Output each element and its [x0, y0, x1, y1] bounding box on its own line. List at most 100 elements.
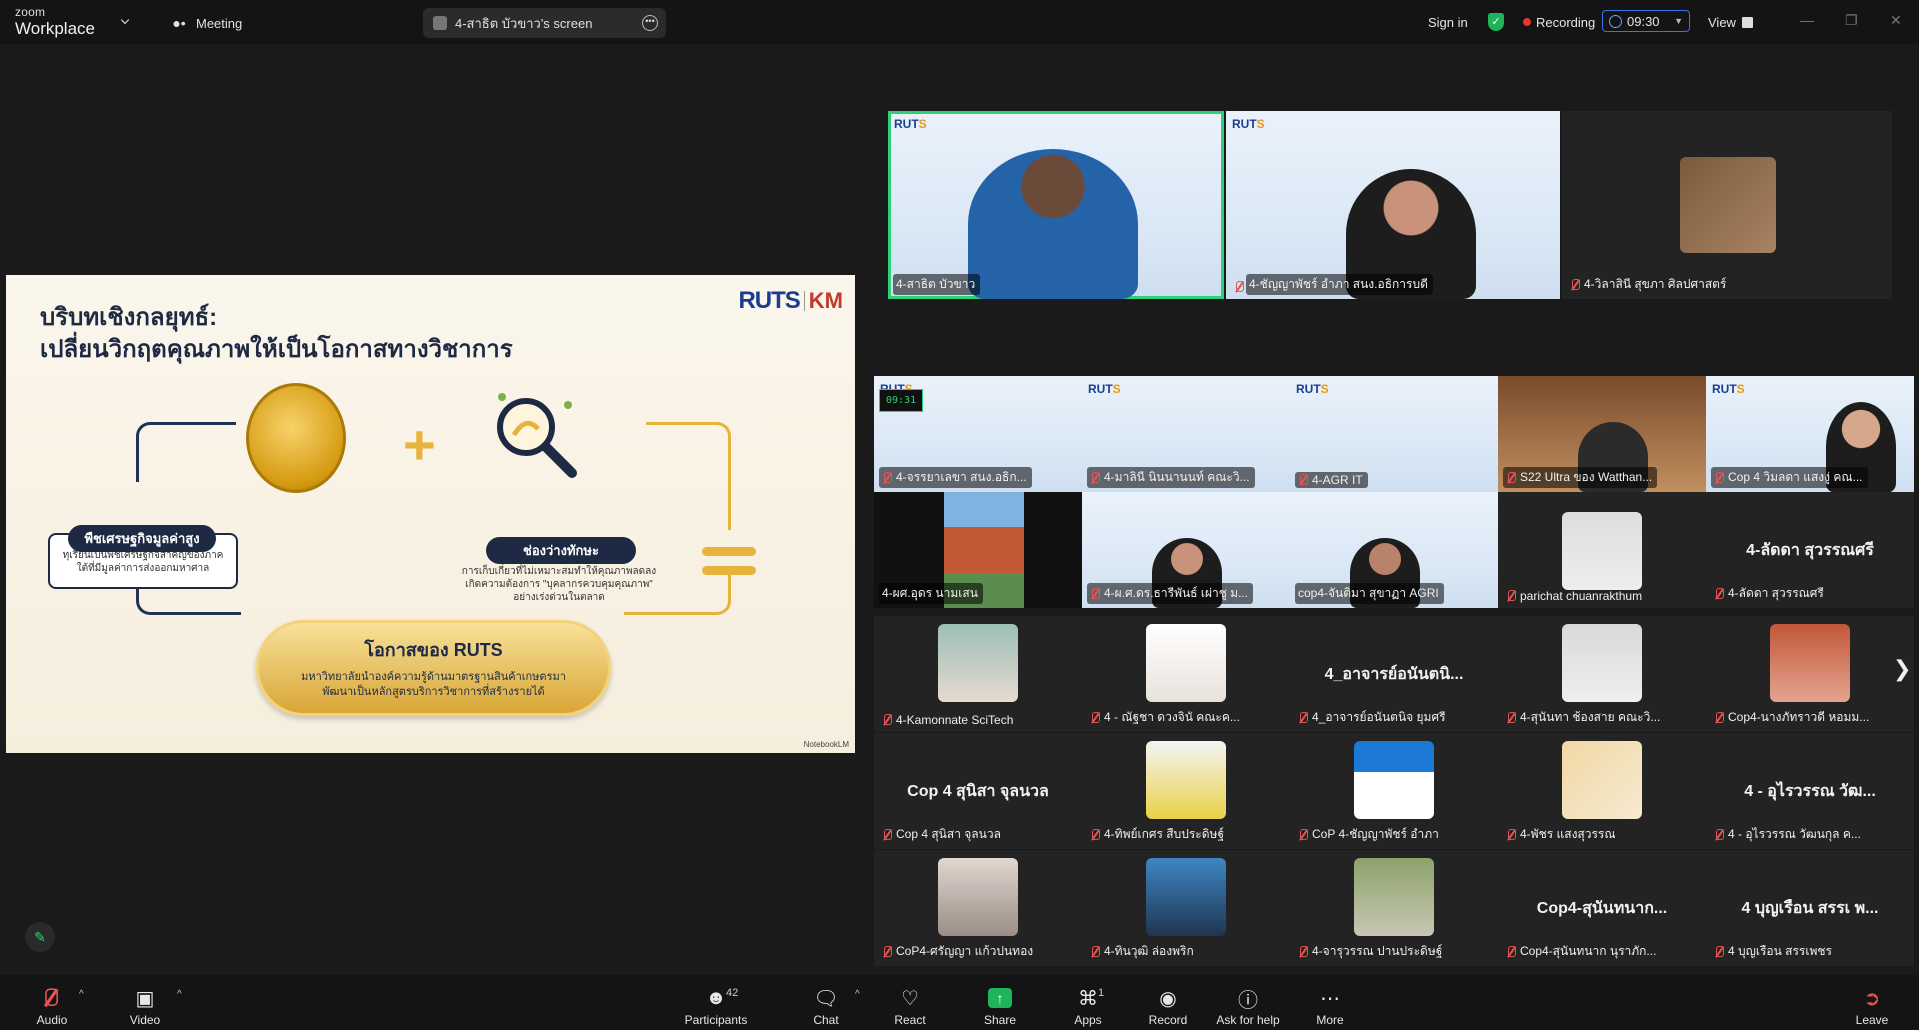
leave-button[interactable]: ➲ Leave: [1832, 979, 1912, 1028]
participant-tile[interactable]: CoP 4-ชัญญาพัชร์ อำภา: [1290, 733, 1498, 849]
participant-tile[interactable]: 4 บุญเรือน สรรเ พ... 4 บุญเรือน สรรเพชร: [1706, 850, 1914, 966]
participant-display-name: 4 - อุไรวรรณ วัฒ...: [1744, 783, 1876, 801]
participant-name: 4-ลัดดา สุวรรณศรี: [1711, 583, 1829, 604]
participant-tile[interactable]: 4-จารุวรรณ ปานประดิษฐ์: [1290, 850, 1498, 966]
participant-tile[interactable]: S22 Ultra ของ Watthan...: [1498, 376, 1706, 492]
participant-tile[interactable]: 4 - อุไรวรรณ วัฒ... 4 - อุไรวรรณ วัฒนกุล…: [1706, 733, 1914, 849]
participant-tile[interactable]: RUTS 4-สาธิต บัวขาว: [888, 111, 1224, 299]
participant-photo: [1354, 741, 1434, 819]
participant-tile[interactable]: RUTS 4-ชัญญาพัชร์ อำภา สนง.อธิการบดี: [1226, 111, 1560, 299]
participant-tile[interactable]: CoP4-ศรัญญา แก้วปนทอง: [874, 850, 1082, 966]
record-button[interactable]: ◉ Record: [1128, 979, 1208, 1028]
skill-gap-badge: ช่องว่างทักษะ: [486, 537, 636, 564]
participant-tile[interactable]: 4-ผศ.อุดร นามเสน: [874, 492, 1082, 608]
participant-tile[interactable]: cop4-จันติมา สุขาฏา AGRI: [1290, 492, 1498, 608]
app-logo[interactable]: zoom Workplace: [15, 6, 95, 37]
audio-button[interactable]: Audio: [12, 979, 92, 1027]
close-icon[interactable]: ✕: [1890, 12, 1902, 29]
tab-meeting[interactable]: ●• Meeting: [170, 8, 242, 38]
participant-name: 4-ชัญญาพัชร์ อำภา สนง.อธิการบดี: [1246, 274, 1433, 295]
participant-tile[interactable]: RUTS 09:31 4-จรรยาเลขา สนง.อธิก...: [874, 376, 1082, 492]
audio-options-caret-icon[interactable]: ^: [79, 989, 84, 1000]
chat-options-caret-icon[interactable]: ^: [855, 989, 860, 1000]
participant-photo: [1562, 741, 1642, 819]
ruts-logo: RUTS: [1088, 382, 1121, 396]
participant-tile[interactable]: 4 - ณัฐชา ดวงจินั คณะค...: [1082, 616, 1290, 732]
participant-photo: [1770, 624, 1850, 702]
chat-label: Chat: [813, 1013, 839, 1027]
participants-button[interactable]: ☻ 42 Participants: [676, 979, 756, 1028]
participant-name: 4-มาลินี นินนานนท์ คณะวิ...: [1087, 467, 1255, 488]
sign-in-button[interactable]: Sign in: [1428, 10, 1468, 34]
participant-tile[interactable]: 4-สุนันทา ช้องสาย คณะวิ...: [1498, 616, 1706, 732]
shared-screen-slide[interactable]: บริบทเชิงกลยุทธ์: เปลี่ยนวิกฤตคุณภาพให้เ…: [6, 275, 855, 753]
next-page-chevron-icon[interactable]: ❯: [1893, 656, 1911, 682]
participant-tile[interactable]: parichat chuanrakthum: [1498, 492, 1706, 608]
econ-crop-badge: พืชเศรษฐกิจมูลค่าสูง: [68, 525, 216, 552]
participant-display-name: Cop4-สุนันทนาก...: [1536, 900, 1668, 918]
chat-button[interactable]: 🗨 Chat: [786, 979, 866, 1028]
more-options-icon[interactable]: •••: [642, 15, 658, 31]
participants-label: Participants: [684, 1013, 748, 1027]
more-button[interactable]: ⋯ More: [1290, 979, 1370, 1028]
record-dot-icon: [1523, 18, 1531, 26]
view-button[interactable]: View: [1708, 10, 1753, 34]
notebooklm-credit: NotebookLM: [803, 740, 849, 749]
apps-label: Apps: [1074, 1013, 1102, 1027]
participant-name: 4-ผ.ศ.ดร.ธารีพันธ์ เผ่าชู ม...: [1087, 583, 1254, 604]
participant-video: [968, 149, 1138, 299]
participant-tile[interactable]: RUTS 4-มาลินี นินนานนท์ คณะวิ...: [1082, 376, 1290, 492]
react-label: React: [894, 1013, 926, 1027]
minimize-icon[interactable]: —: [1800, 12, 1814, 28]
participant-tile[interactable]: 4-วิลาสินี สุขภา ศิลปศาสตร์: [1562, 111, 1892, 299]
participant-tile[interactable]: 4-ทินวุฒิ ล่องพริก: [1082, 850, 1290, 966]
participant-tile[interactable]: 4-พัชร แสงสุวรรณ: [1498, 733, 1706, 849]
participant-name: 4 - ณัฐชา ดวงจินั คณะค...: [1087, 707, 1245, 728]
participant-tile[interactable]: 4-Kamonnate SciTech: [874, 616, 1082, 732]
participant-tile[interactable]: 4_อาจารย์อนันตนิ... 4_อาจารย์อนันตนิจ ยุ…: [1290, 616, 1498, 732]
meeting-timer[interactable]: 09:30 ▼: [1602, 10, 1690, 32]
ruts-logo: RUTS: [1232, 117, 1265, 131]
participant-name: 4-จรรยาเลขา สนง.อธิก...: [879, 467, 1032, 488]
react-button[interactable]: ♡ React: [870, 979, 950, 1028]
participant-display-name: 4-ลัดดา สุวรรณศรี: [1746, 542, 1874, 560]
participant-tile[interactable]: Cop4-สุนันทนาก... Cop4-สุนันทนาก นุราภัก…: [1498, 850, 1706, 966]
equals-icon: [702, 537, 756, 585]
participant-tile[interactable]: Cop4-นางภัทราวดี หอมม...: [1706, 616, 1914, 732]
encryption-shield-icon[interactable]: ✓: [1488, 10, 1504, 34]
participant-tile[interactable]: 4-ลัดดา สุวรรณศรี 4-ลัดดา สุวรรณศรี: [1706, 492, 1914, 608]
chevron-down-icon: ▼: [1674, 16, 1683, 26]
people-icon: ●•: [172, 15, 186, 31]
video-label: Video: [129, 1013, 161, 1027]
heart-icon: ♡: [901, 987, 919, 1010]
chevron-down-icon[interactable]: [120, 15, 130, 25]
participant-tile[interactable]: RUTS Cop 4 วิมลดา แสงงู่ คณ...: [1706, 376, 1914, 492]
maximize-icon[interactable]: ❐: [1845, 12, 1858, 29]
brand-zoom: zoom: [15, 5, 46, 19]
ask-for-help-button[interactable]: ⓘ Ask for help: [1208, 979, 1288, 1028]
ruts-logo: RUTS: [1296, 382, 1329, 396]
participant-tile[interactable]: Cop 4 สุนิสา จุลนวล Cop 4 สุนิสา จุลนวล: [874, 733, 1082, 849]
share-button[interactable]: ↑ Share: [960, 979, 1040, 1027]
slide-title-line2: เปลี่ยนวิกฤตคุณภาพให้เป็นโอกาสทางวิชาการ: [40, 336, 513, 363]
ruts-opportunity-box: โอกาสของ RUTS มหาวิทยาลัยนำองค์ความรู้ด้…: [256, 620, 611, 716]
annotate-pencil-icon[interactable]: ✎: [25, 922, 55, 952]
participant-photo: [938, 624, 1018, 702]
leave-door-icon: ➲: [1863, 987, 1881, 1010]
recording-indicator[interactable]: Recording: [1523, 10, 1595, 34]
tab-shared-screen[interactable]: 4-สาธิต บัวขาว's screen •••: [423, 8, 666, 38]
participant-tile[interactable]: 4-ทิพย์เกศร สืบประดิษฐ์: [1082, 733, 1290, 849]
help-question-icon: ⓘ: [1238, 989, 1258, 1012]
muted-mic-icon: [38, 985, 66, 1011]
participant-name: 4-ผศ.อุดร นามเสน: [879, 583, 983, 604]
video-options-caret-icon[interactable]: ^: [177, 989, 182, 1000]
apps-count: 1: [1098, 987, 1105, 999]
more-dots-icon: ⋯: [1320, 987, 1340, 1010]
video-button[interactable]: ▣ Video: [105, 979, 185, 1028]
participant-name: 4-ทินวุฒิ ล่องพริก: [1087, 941, 1199, 962]
muted-mic-icon: [1234, 281, 1244, 293]
participant-photo: [1354, 858, 1434, 936]
participant-tile[interactable]: 4-ผ.ศ.ดร.ธารีพันธ์ เผ่าชู ม...: [1082, 492, 1290, 608]
participant-tile[interactable]: RUTS 4-AGR IT: [1290, 376, 1498, 492]
apps-button[interactable]: ⌘ 1 Apps: [1048, 979, 1128, 1027]
